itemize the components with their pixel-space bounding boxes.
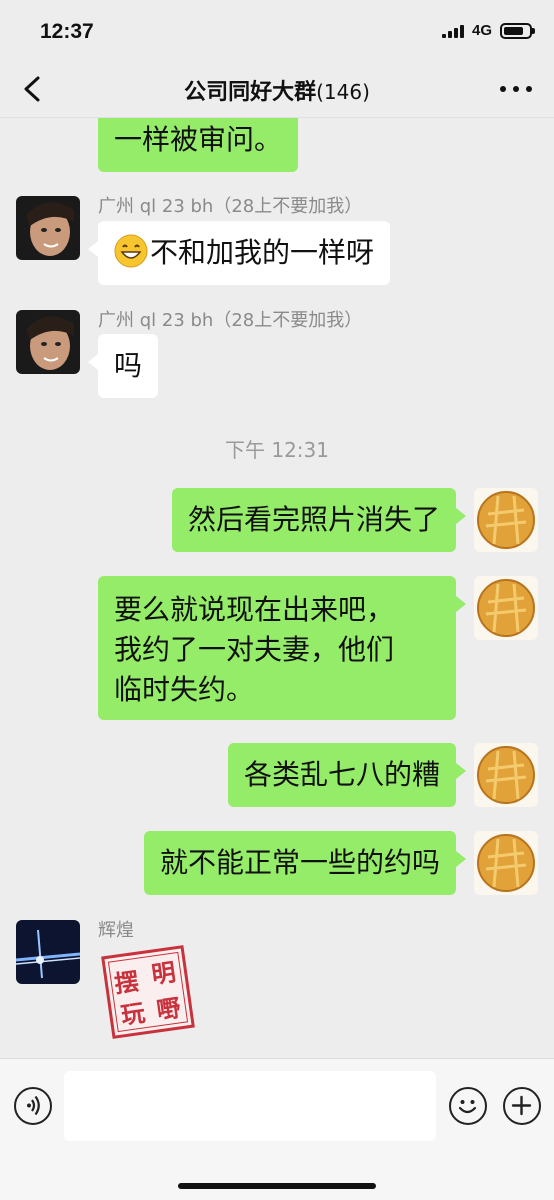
plus-icon [511, 1095, 532, 1116]
sticker-char: 嘢 [155, 994, 183, 1025]
chat-header: 公司同好大群(146) [0, 62, 554, 118]
self-avatar[interactable] [474, 488, 538, 552]
message-input[interactable] [64, 1071, 436, 1141]
message-bubble[interactable]: 吗 [87, 334, 159, 398]
sender-name: 广州 ql 23 bh（28上不要加我） [98, 196, 363, 217]
message-bubble[interactable]: 一样被审问。 [98, 118, 299, 172]
message-bubble[interactable]: 要么就说现在出来吧， 我约了一对夫妻，他们 临时失约。 [98, 576, 466, 720]
self-avatar[interactable] [474, 576, 538, 640]
more-dot-icon [513, 86, 519, 92]
message-bubble[interactable]: 就不能正常一些的约吗 [143, 831, 467, 895]
message-text: 一样被审问。 [114, 123, 283, 156]
sender-name: 辉煌 [98, 920, 134, 941]
status-indicators: 4G [441, 22, 535, 39]
more-dot-icon [500, 86, 506, 92]
more-dot-icon [526, 86, 532, 92]
sticker-image[interactable]: 摆 明 玩 嘢 [100, 944, 196, 1040]
sticker-char: 摆 [113, 967, 141, 998]
message-text-line: 我约了一对夫妻，他们 [114, 633, 395, 666]
sender-name: 广州 ql 23 bh（28上不要加我） [98, 310, 363, 331]
status-time: 12:37 [40, 20, 94, 43]
group-name: 公司同好大群 [184, 80, 317, 105]
more-actions-button[interactable] [503, 1087, 541, 1125]
member-count: (146) [316, 80, 370, 104]
status-bar: 12:37 4G [0, 0, 554, 62]
message-text-line: 要么就说现在出来吧， [114, 593, 395, 626]
chat-title: 公司同好大群(146) [0, 74, 554, 106]
message-timestamp: 下午 12:31 [225, 438, 329, 462]
avatar[interactable] [16, 920, 80, 984]
message-text-line: 临时失约。 [114, 673, 255, 706]
input-bar [0, 1058, 554, 1200]
message-text: 然后看完照片消失了 [187, 503, 440, 536]
more-button[interactable] [500, 82, 532, 96]
signal-icon [441, 24, 464, 38]
voice-icon [27, 1095, 40, 1116]
battery-icon [500, 22, 535, 39]
sticker-char: 玩 [119, 999, 147, 1030]
message-bubble[interactable]: 各类乱七八的糟 [227, 743, 467, 807]
voice-button[interactable] [14, 1087, 52, 1125]
message-bubble[interactable]: 不和加我的一样呀 [87, 221, 391, 285]
message-text: 不和加我的一样呀 [150, 236, 375, 269]
avatar[interactable] [16, 310, 80, 374]
avatar[interactable] [16, 196, 80, 260]
message-bubble[interactable]: 然后看完照片消失了 [171, 488, 467, 552]
grinning-emoji-icon [114, 234, 148, 268]
smiley-icon [458, 1100, 477, 1114]
home-indicator[interactable] [178, 1183, 376, 1189]
message-text: 就不能正常一些的约吗 [159, 846, 440, 879]
self-avatar[interactable] [474, 743, 538, 807]
self-avatar[interactable] [474, 831, 538, 895]
message-text: 吗 [114, 349, 143, 382]
message-list[interactable]: 一样被审问。 广州 ql 23 bh（28上不要加我） 不和加我的一样呀 广州 … [0, 118, 554, 1058]
sticker-char: 明 [150, 958, 178, 989]
message-text: 各类乱七八的糟 [243, 758, 440, 791]
network-type: 4G [471, 22, 492, 39]
emoji-button[interactable] [449, 1087, 487, 1125]
